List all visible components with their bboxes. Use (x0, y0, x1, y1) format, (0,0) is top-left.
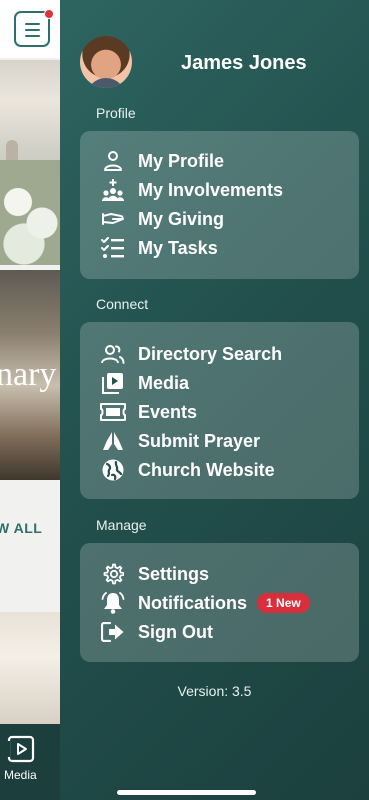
background-app: nary W ALL Media (0, 0, 60, 800)
church-altar-image[interactable] (0, 612, 60, 724)
globe-icon (100, 458, 126, 482)
menu-item-label: My Giving (138, 208, 225, 229)
profile-card: My Profile My Involvements My Giving My … (80, 131, 359, 279)
church-exterior-image[interactable] (0, 60, 60, 265)
menu-item-label: My Profile (138, 150, 225, 171)
menu-item-directory-search[interactable]: Directory Search (100, 342, 282, 366)
people-icon (100, 342, 126, 366)
menu-item-label: Church Website (138, 459, 275, 480)
notification-badge: 1 New (257, 593, 310, 613)
manage-card: Settings Notifications 1 New Sign Out (80, 543, 359, 662)
menu-item-events[interactable]: Events (100, 400, 197, 424)
notification-dot (44, 9, 54, 19)
view-all-link[interactable]: W ALL (0, 520, 42, 536)
menu-item-notifications[interactable]: Notifications 1 New (100, 591, 310, 615)
section-label-connect: Connect (96, 296, 149, 312)
menu-item-church-website[interactable]: Church Website (100, 458, 275, 482)
section-label-manage: Manage (96, 517, 147, 533)
menu-item-label: Settings (138, 563, 210, 584)
bottom-nav (0, 724, 60, 800)
church-interior-banner[interactable]: nary (0, 270, 60, 480)
checklist-icon (100, 236, 126, 260)
menu-item-label: Media (138, 372, 190, 393)
menu-item-label: Directory Search (138, 343, 283, 364)
connect-card: Directory Search Media Events Submit Pra… (80, 322, 359, 499)
section-label-profile: Profile (96, 105, 136, 121)
hand-giving-icon (100, 207, 126, 231)
media-play-icon[interactable] (7, 735, 35, 763)
avatar-shirt (86, 78, 126, 88)
menu-item-my-tasks[interactable]: My Tasks (100, 236, 218, 260)
menu-icon-bar (25, 23, 40, 25)
menu-item-label: Submit Prayer (138, 430, 261, 451)
menu-item-label: My Tasks (138, 237, 218, 258)
bottom-nav-media-label[interactable]: Media (4, 768, 37, 782)
ticket-icon (100, 400, 126, 424)
blossom-tree-shape (0, 160, 60, 265)
user-name: James Jones (181, 52, 307, 74)
menu-icon-bar (25, 29, 40, 31)
home-indicator[interactable] (117, 790, 256, 795)
sign-out-icon (100, 620, 126, 644)
app-version: Version: 3.5 (177, 683, 252, 699)
menu-item-my-giving[interactable]: My Giving (100, 207, 224, 231)
menu-item-label: Sign Out (138, 621, 213, 642)
praying-hands-icon (100, 429, 126, 453)
menu-item-my-involvements[interactable]: My Involvements (100, 178, 283, 202)
play-icon (100, 371, 126, 395)
menu-item-label: Events (138, 401, 198, 422)
menu-item-label: Notifications (138, 592, 248, 613)
menu-icon-bar (25, 35, 40, 37)
avatar[interactable] (80, 36, 132, 88)
bell-icon (100, 591, 126, 615)
menu-item-sign-out[interactable]: Sign Out (100, 620, 213, 644)
menu-item-media[interactable]: Media (100, 371, 189, 395)
menu-item-settings[interactable]: Settings (100, 562, 209, 586)
group-icon (100, 178, 126, 202)
person-icon (100, 149, 126, 173)
menu-item-my-profile[interactable]: My Profile (100, 149, 224, 173)
navigation-drawer: James Jones Profile My Profile My Involv… (60, 0, 369, 800)
gear-icon (100, 562, 126, 586)
menu-item-submit-prayer[interactable]: Submit Prayer (100, 429, 260, 453)
banner-partial-text: nary (0, 356, 57, 393)
menu-item-label: My Involvements (138, 179, 284, 200)
